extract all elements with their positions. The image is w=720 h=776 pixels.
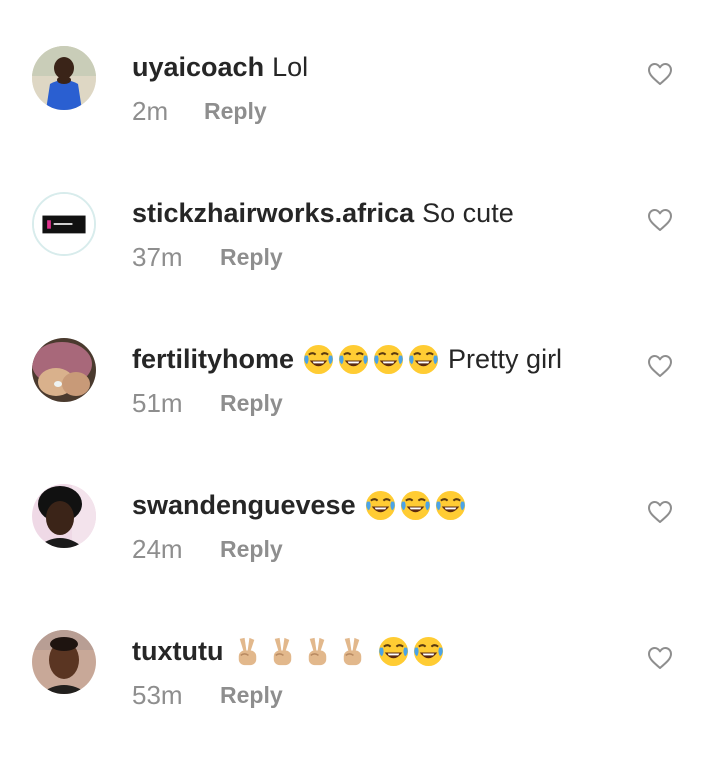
comment-meta: 37m Reply	[132, 239, 283, 275]
comment-text: So cute	[422, 198, 514, 228]
tears-of-joy-emoji-icon	[372, 343, 405, 376]
tears-of-joy-emoji-icon	[412, 635, 445, 668]
reply-button[interactable]: Reply	[220, 682, 283, 709]
heart-outline-icon[interactable]	[647, 500, 673, 524]
comment-item: stickzhairworks.africa So cute 37m Reply	[0, 192, 720, 338]
comment-body: tuxtutu	[132, 631, 447, 671]
comment-time: 24m	[132, 533, 183, 564]
comment-body: uyaicoach Lol	[132, 47, 308, 87]
comment-body: stickzhairworks.africa So cute	[132, 193, 514, 233]
reply-button[interactable]: Reply	[220, 390, 283, 417]
comment-meta: 24m Reply	[132, 531, 283, 567]
comment-time: 51m	[132, 387, 183, 418]
avatar[interactable]	[32, 484, 96, 548]
comment-list: uyaicoach Lol 2m Reply stickzhairworks.a…	[0, 0, 720, 747]
heart-outline-icon[interactable]	[647, 646, 673, 670]
comment-meta: 53m Reply	[132, 677, 283, 713]
reply-button[interactable]: Reply	[204, 98, 267, 125]
victory-hand-emoji-icon	[266, 635, 299, 668]
avatar[interactable]	[32, 338, 96, 402]
victory-hand-emoji-icon	[301, 635, 334, 668]
tears-of-joy-emoji-icon	[377, 635, 410, 668]
comment-text: Pretty girl	[302, 339, 562, 379]
avatar[interactable]	[32, 630, 96, 694]
comment-time: 37m	[132, 241, 183, 272]
comment-text: Lol	[272, 52, 309, 82]
avatar[interactable]	[32, 192, 96, 256]
heart-outline-icon[interactable]	[647, 62, 673, 86]
comment-item: uyaicoach Lol 2m Reply	[0, 46, 720, 192]
comment-text	[364, 489, 469, 522]
avatar[interactable]	[32, 46, 96, 110]
tears-of-joy-emoji-icon	[434, 489, 467, 522]
tears-of-joy-emoji-icon	[337, 343, 370, 376]
comment-item: swandenguevese 24m Reply	[0, 484, 720, 630]
reply-button[interactable]: Reply	[220, 536, 283, 563]
comment-username[interactable]: swandenguevese	[132, 485, 356, 525]
heart-outline-icon[interactable]	[647, 354, 673, 378]
victory-hand-emoji-icon	[231, 635, 264, 668]
comment-username[interactable]: fertilityhome	[132, 339, 294, 379]
comment-username[interactable]: uyaicoach	[132, 47, 264, 87]
comment-text-words: Pretty girl	[448, 344, 563, 374]
comment-text	[231, 635, 447, 668]
victory-hand-emoji-icon	[336, 635, 369, 668]
comment-body: fertilityhome Pretty girl	[132, 339, 562, 379]
tears-of-joy-emoji-icon	[399, 489, 432, 522]
comment-item: tuxtutu 53m Reply	[0, 630, 720, 776]
comment-time: 2m	[132, 95, 169, 126]
comment-username[interactable]: tuxtutu	[132, 631, 223, 671]
comment-body: swandenguevese	[132, 485, 469, 525]
tears-of-joy-emoji-icon	[302, 343, 335, 376]
reply-button[interactable]: Reply	[220, 244, 283, 271]
heart-outline-icon[interactable]	[647, 208, 673, 232]
comment-meta: 2m Reply	[132, 93, 267, 129]
comment-username[interactable]: stickzhairworks.africa	[132, 193, 414, 233]
comment-item: fertilityhome Pretty girl 51m Reply	[0, 338, 720, 484]
comment-time: 53m	[132, 679, 183, 710]
tears-of-joy-emoji-icon	[407, 343, 440, 376]
comment-meta: 51m Reply	[132, 385, 283, 421]
tears-of-joy-emoji-icon	[364, 489, 397, 522]
